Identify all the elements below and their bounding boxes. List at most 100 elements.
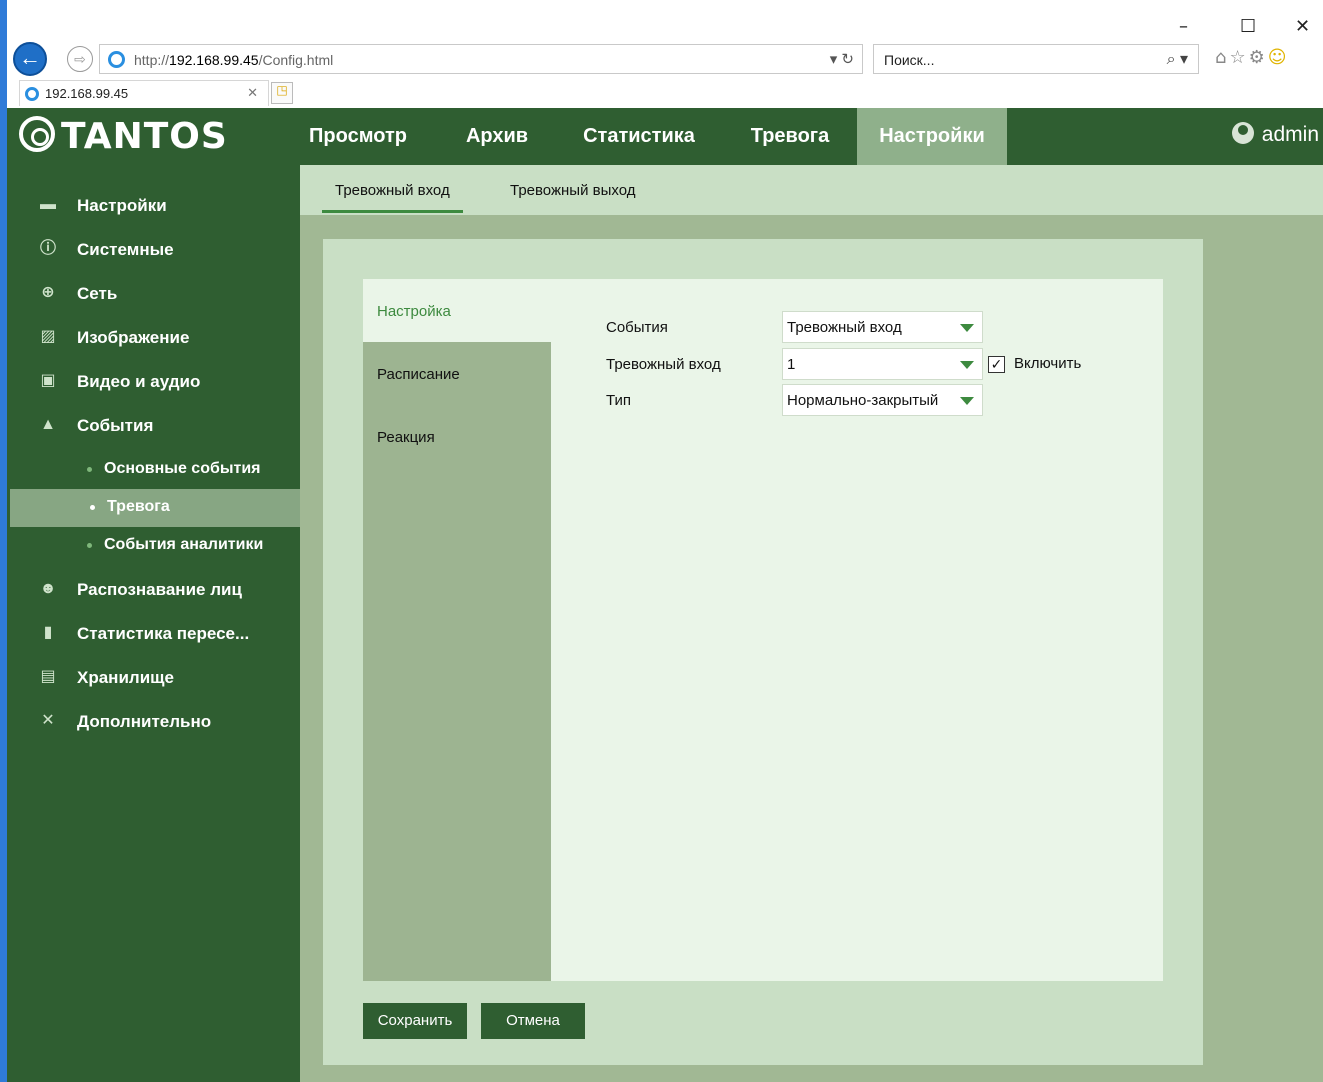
ie-icon [25, 87, 39, 101]
sidebar-item-crossing-stats[interactable]: ▮ Статистика пересе... [7, 615, 300, 653]
sidebar-item-advanced[interactable]: ✕ Дополнительно [7, 703, 300, 741]
sidebar-sub-basic-events[interactable]: Основные события [7, 451, 300, 489]
menu-item-setup[interactable]: Настройка [363, 279, 551, 342]
nav-archive[interactable]: Архив [439, 108, 555, 165]
address-url: http://192.168.99.45/Config.html [134, 52, 334, 68]
sidebar-item-label: События аналитики [104, 536, 264, 553]
dropdown-arrow-icon [960, 397, 974, 405]
alarm-input-select-value: 1 [787, 356, 796, 373]
globe-icon: ⊕ [41, 284, 55, 301]
image-icon: ▨ [40, 328, 56, 345]
left-menu: Настройка Расписание Реакция [363, 279, 551, 981]
bar-chart-icon: ▮ [43, 624, 53, 641]
nav-view[interactable]: Просмотр [277, 108, 439, 165]
sidebar-item-face-recognition[interactable]: ☻ Распознавание лиц [7, 571, 300, 609]
forward-button[interactable]: ⇨ [67, 46, 93, 72]
events-select[interactable]: Тревожный вход [782, 311, 983, 343]
alarm-input-select[interactable]: 1 [782, 348, 983, 380]
tab-alarm-output[interactable]: Тревожный выход [510, 182, 635, 199]
refresh-icon[interactable]: ▾ ↻ [830, 50, 854, 68]
user-menu[interactable]: admin [1231, 122, 1319, 147]
settings-inner: Настройка Расписание Реакция События Тре… [363, 279, 1163, 981]
back-button[interactable]: ← [13, 42, 47, 76]
nav-alarm[interactable]: Тревога [723, 108, 857, 165]
events-select-value: Тревожный вход [787, 319, 902, 336]
sidebar-item-label: Статистика пересе... [77, 624, 250, 643]
sidebar-item-settings[interactable]: ▬ Настройки [7, 187, 300, 225]
address-bar[interactable]: http://192.168.99.45/Config.html ▾ ↻ [99, 44, 863, 74]
bullet-icon [90, 505, 95, 510]
dropdown-arrow-icon [960, 324, 974, 332]
search-box[interactable]: Поиск... ⌕ ▾ [873, 44, 1199, 74]
menu-item-schedule[interactable]: Расписание [363, 342, 551, 405]
sidebar: ▬ Настройки ⓘ Системные ⊕ Сеть ▨ Изображ… [7, 165, 300, 1082]
sidebar-item-label: Дополнительно [77, 712, 212, 731]
save-button[interactable]: Сохранить [363, 1003, 467, 1039]
sidebar-item-image[interactable]: ▨ Изображение [7, 319, 300, 357]
sidebar-item-video-audio[interactable]: ▣ Видео и аудио [7, 363, 300, 401]
sidebar-item-label: Хранилище [77, 668, 174, 687]
main-content: Тревожный вход Тревожный выход Настройка… [300, 165, 1323, 1082]
sidebar-sub-alarm[interactable]: Тревога [10, 489, 300, 527]
close-window-button[interactable]: ✕ [1295, 16, 1310, 37]
alarm-input-label: Тревожный вход [606, 356, 721, 373]
face-icon: ☻ [39, 580, 57, 597]
dropdown-arrow-icon [960, 361, 974, 369]
browser-tab[interactable]: 192.168.99.45 ✕ [19, 80, 269, 106]
gear-icon[interactable]: ⚙ [1249, 47, 1268, 68]
minimize-button[interactable]: – [1179, 16, 1188, 37]
tantos-logo: TANTOS [19, 116, 228, 157]
smiley-icon[interactable]: ☺ [1268, 47, 1290, 68]
maximize-button[interactable]: ☐ [1240, 16, 1256, 37]
sidebar-item-system[interactable]: ⓘ Системные [7, 231, 300, 269]
monitor-icon: ▬ [40, 196, 56, 213]
sidebar-item-label: Тревога [107, 498, 170, 515]
sidebar-item-label: Видео и аудио [77, 372, 201, 391]
star-icon[interactable]: ☆ [1229, 47, 1248, 68]
tab-alarm-input[interactable]: Тревожный вход [322, 182, 463, 213]
toolbar-icons: ⌂☆⚙☺ [1215, 47, 1289, 68]
bullet-icon [87, 467, 92, 472]
sidebar-sub-analytics-events[interactable]: События аналитики [7, 527, 300, 565]
sidebar-item-label: Настройки [77, 196, 167, 215]
sidebar-item-storage[interactable]: ▤ Хранилище [7, 659, 300, 697]
home-icon[interactable]: ⌂ [1215, 47, 1229, 68]
sidebar-item-label: Системные [77, 240, 174, 259]
bullet-icon [87, 543, 92, 548]
menu-item-label: Настройка [377, 303, 451, 320]
events-label: События [606, 319, 668, 336]
sidebar-item-label: Распознавание лиц [77, 580, 242, 599]
video-icon: ▣ [40, 372, 56, 389]
tools-icon: ✕ [41, 712, 55, 729]
subtab-bar: Тревожный вход Тревожный выход [300, 165, 1323, 215]
logo-icon [19, 116, 55, 152]
arrow-left-icon: ← [19, 45, 41, 70]
browser-titlebar: – ☐ ✕ ← ⇨ http://192.168.99.45/Config.ht… [7, 0, 1323, 108]
sidebar-item-label: Основные события [104, 460, 261, 477]
type-select-value: Нормально-закрытый [787, 392, 939, 409]
sidebar-item-label: Сеть [77, 284, 118, 303]
username: admin [1261, 123, 1319, 146]
nav-statistics[interactable]: Статистика [555, 108, 723, 165]
cancel-button[interactable]: Отмена [481, 1003, 585, 1039]
close-tab-icon[interactable]: ✕ [247, 85, 258, 101]
sidebar-item-events[interactable]: ▲ События [7, 407, 300, 445]
search-icon[interactable]: ⌕ ▾ [1167, 49, 1188, 69]
new-tab-button[interactable]: ◳ [271, 82, 293, 104]
main-nav: Просмотр Архив Статистика Тревога Настро… [277, 108, 1007, 165]
arrow-right-icon: ⇨ [74, 51, 86, 67]
type-select[interactable]: Нормально-закрытый [782, 384, 983, 416]
type-label: Тип [606, 392, 632, 409]
bell-icon: ▲ [40, 416, 56, 433]
browser-window: – ☐ ✕ ← ⇨ http://192.168.99.45/Config.ht… [0, 0, 1323, 1082]
enable-checkbox[interactable]: ✓ [988, 356, 1005, 373]
menu-item-label: Расписание [377, 366, 460, 383]
sidebar-item-network[interactable]: ⊕ Сеть [7, 275, 300, 313]
floppy-icon: ▤ [40, 668, 56, 685]
nav-settings[interactable]: Настройки [857, 108, 1007, 165]
tab-title: 192.168.99.45 [45, 86, 129, 101]
info-icon: ⓘ [39, 240, 56, 257]
app-header: TANTOS Просмотр Архив Статистика Тревога… [7, 108, 1323, 165]
menu-item-reaction[interactable]: Реакция [363, 405, 551, 468]
enable-label: Включить [1014, 355, 1082, 372]
